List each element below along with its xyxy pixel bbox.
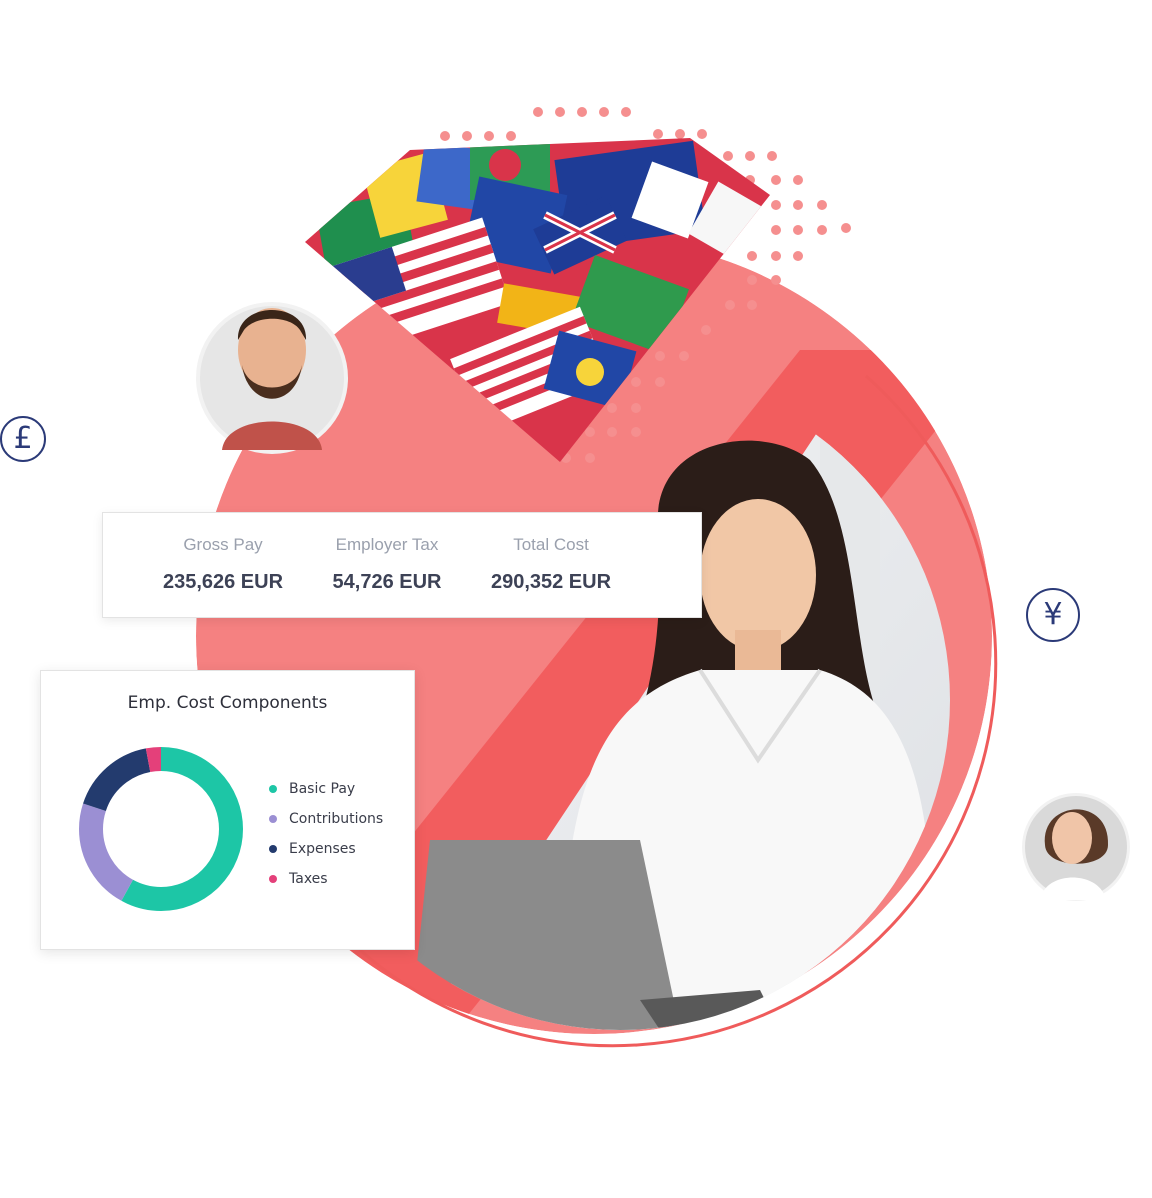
total-cost-label: Total Cost bbox=[513, 535, 589, 554]
legend-label-taxes: Taxes bbox=[289, 871, 328, 887]
man-avatar bbox=[196, 302, 348, 454]
legend-dot-basic-pay bbox=[269, 785, 277, 793]
legend-label-expenses: Expenses bbox=[289, 841, 356, 857]
gross-pay-label: Gross Pay bbox=[183, 535, 263, 554]
payroll-summary-card: Gross Pay 235,626 EUR Employer Tax 54,72… bbox=[102, 512, 702, 618]
pound-icon: £ bbox=[0, 416, 46, 462]
employer-tax-value: 54,726 EUR bbox=[332, 571, 442, 593]
legend-dot-taxes bbox=[269, 875, 277, 883]
gross-pay-metric: Gross Pay 235,626 EUR bbox=[143, 513, 303, 617]
total-cost-metric: Total Cost 290,352 EUR bbox=[471, 513, 631, 617]
legend-label-basic-pay: Basic Pay bbox=[289, 781, 356, 797]
woman-avatar bbox=[1022, 793, 1130, 901]
gross-pay-value: 235,626 EUR bbox=[162, 571, 284, 593]
cost-components-donut-chart bbox=[79, 747, 243, 911]
employer-tax-metric: Employer Tax 54,726 EUR bbox=[307, 513, 467, 617]
components-title: Emp. Cost Components bbox=[127, 693, 328, 713]
employer-tax-label: Employer Tax bbox=[335, 535, 439, 554]
cost-components-card: Emp. Cost Components Basic Pay Contribut… bbox=[40, 670, 415, 950]
legend-item-basic-pay: Basic Pay bbox=[269, 774, 383, 804]
legend-item-expenses: Expenses bbox=[269, 834, 383, 864]
legend-dot-expenses bbox=[269, 845, 277, 853]
components-legend: Basic Pay Contributions Expenses Taxes bbox=[269, 774, 383, 894]
legend-dot-contributions bbox=[269, 815, 277, 823]
yen-icon: ¥ bbox=[1026, 588, 1080, 642]
legend-item-contributions: Contributions bbox=[269, 804, 383, 834]
legend-item-taxes: Taxes bbox=[269, 864, 383, 894]
total-cost-value: 290,352 EUR bbox=[490, 571, 612, 593]
legend-label-contributions: Contributions bbox=[289, 811, 384, 827]
